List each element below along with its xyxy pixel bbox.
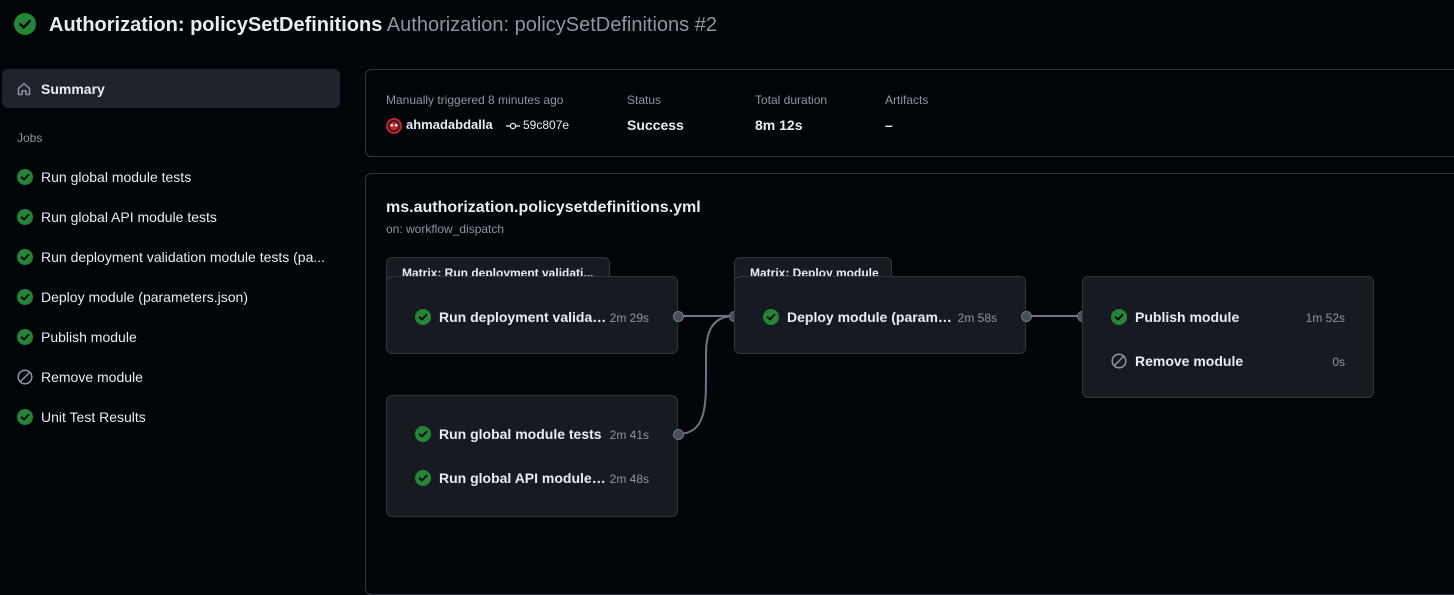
graph-job-duration: 2m 29s — [609, 311, 649, 325]
connector-dot — [1021, 311, 1032, 322]
graph-job-run-deployment-validation[interactable]: Run deployment validati... 2m 29s — [387, 305, 677, 329]
graph-job-label: Publish module — [1135, 309, 1240, 325]
graph-job-run-global-api-module-tests[interactable]: Run global API module t... 2m 48s — [387, 466, 677, 490]
graph-job-duration: 2m 48s — [609, 472, 649, 486]
sidebar-item-summary[interactable]: Summary — [2, 69, 340, 108]
run-header: Authorization: policySetDefinitions Auth… — [0, 0, 1454, 52]
status-label: Status — [627, 93, 662, 107]
check-circle-fill-icon — [17, 209, 33, 225]
check-circle-fill-icon — [17, 409, 33, 425]
run-summary-card: Manually triggered 8 minutes ago ahmadab… — [365, 69, 1454, 157]
graph-job-duration: 2m 41s — [609, 428, 649, 442]
connector-dot — [673, 429, 684, 440]
check-circle-fill-icon — [415, 309, 431, 325]
check-circle-fill-icon — [17, 169, 33, 185]
sidebar-job-run-global-api-module-tests[interactable]: Run global API module tests — [0, 202, 340, 232]
jobs-heading: Jobs — [17, 131, 43, 145]
sidebar-job-label: Publish module — [41, 329, 137, 345]
skipped-icon — [17, 369, 33, 385]
run-subtitle: Authorization: policySetDefinitions #2 — [386, 14, 717, 36]
check-circle-fill-icon — [14, 13, 36, 35]
check-circle-fill-icon — [415, 470, 431, 486]
sidebar-job-label: Run global API module tests — [41, 209, 217, 225]
skipped-icon — [1111, 353, 1127, 369]
home-icon — [17, 82, 31, 96]
sidebar-job-publish-module[interactable]: Publish module — [0, 322, 340, 352]
sidebar-job-unit-test-results[interactable]: Unit Test Results — [0, 402, 340, 432]
graph-job-label: Run deployment validati... — [439, 309, 609, 325]
check-circle-fill-icon — [763, 309, 779, 325]
graph-job-remove-module[interactable]: Remove module 0s — [1083, 349, 1373, 373]
workflow-title: Authorization: policySetDefinitions — [49, 14, 383, 36]
run-title: Authorization: policySetDefinitions Auth… — [49, 14, 717, 37]
graph-job-duration: 2m 58s — [957, 311, 997, 325]
sidebar-job-deploy-module[interactable]: Deploy module (parameters.json) — [0, 282, 340, 312]
duration-label: Total duration — [755, 93, 828, 107]
git-commit-icon — [506, 122, 520, 130]
sidebar-job-label: Remove module — [41, 369, 143, 385]
sidebar-job-run-global-module-tests[interactable]: Run global module tests — [0, 162, 340, 192]
graph-job-deploy-module[interactable]: Deploy module (parame... 2m 58s — [735, 305, 1025, 329]
workflow-graph-card: ms.authorization.policysetdefinitions.ym… — [365, 173, 1454, 595]
actor-link[interactable]: ahmadabdalla — [406, 117, 493, 132]
sidebar-job-label: Deploy module (parameters.json) — [41, 289, 248, 305]
artifacts-label: Artifacts — [885, 93, 929, 107]
publish-group-box: Publish module 1m 52s Remove module 0s — [1082, 276, 1374, 398]
check-circle-fill-icon — [17, 329, 33, 345]
graph-job-run-global-module-tests[interactable]: Run global module tests 2m 41s — [387, 422, 677, 446]
graph-job-label: Deploy module (parame... — [787, 309, 957, 325]
sidebar-job-label: Unit Test Results — [41, 409, 146, 425]
check-circle-fill-icon — [415, 426, 431, 442]
artifacts-value: – — [885, 117, 893, 133]
sidebar-job-run-deployment-validation[interactable]: Run deployment validation module tests (… — [0, 242, 340, 272]
avatar[interactable] — [386, 118, 402, 134]
sidebar-job-remove-module[interactable]: Remove module — [0, 362, 340, 392]
graph-job-label: Remove module — [1135, 353, 1244, 369]
check-circle-fill-icon — [17, 289, 33, 305]
sidebar-job-label: Run deployment validation module tests (… — [41, 249, 326, 265]
check-circle-fill-icon — [1111, 309, 1127, 325]
commit-sha-link[interactable]: 59c807e — [523, 118, 569, 132]
graph-job-duration: 1m 52s — [1305, 311, 1345, 325]
check-circle-fill-icon — [17, 249, 33, 265]
global-tests-box: Run global module tests 2m 41s Run globa… — [386, 395, 678, 517]
sidebar-job-label: Run global module tests — [41, 169, 192, 185]
trigger-label: Manually triggered 8 minutes ago — [386, 93, 564, 107]
duration-value: 8m 12s — [755, 117, 803, 133]
graph-job-duration: 0s — [1332, 355, 1345, 369]
matrix-validation-box: Run deployment validati... 2m 29s — [386, 276, 678, 354]
status-value: Success — [627, 117, 684, 133]
graph-job-label: Run global module tests — [439, 426, 602, 442]
graph-job-publish-module[interactable]: Publish module 1m 52s — [1083, 305, 1373, 329]
sidebar-item-label: Summary — [41, 81, 105, 97]
matrix-deploy-box: Deploy module (parame... 2m 58s — [734, 276, 1026, 354]
sidebar: Summary Jobs Run global module tests Run… — [0, 52, 352, 584]
connector-dot — [673, 311, 684, 322]
graph-job-label: Run global API module t... — [439, 470, 609, 486]
